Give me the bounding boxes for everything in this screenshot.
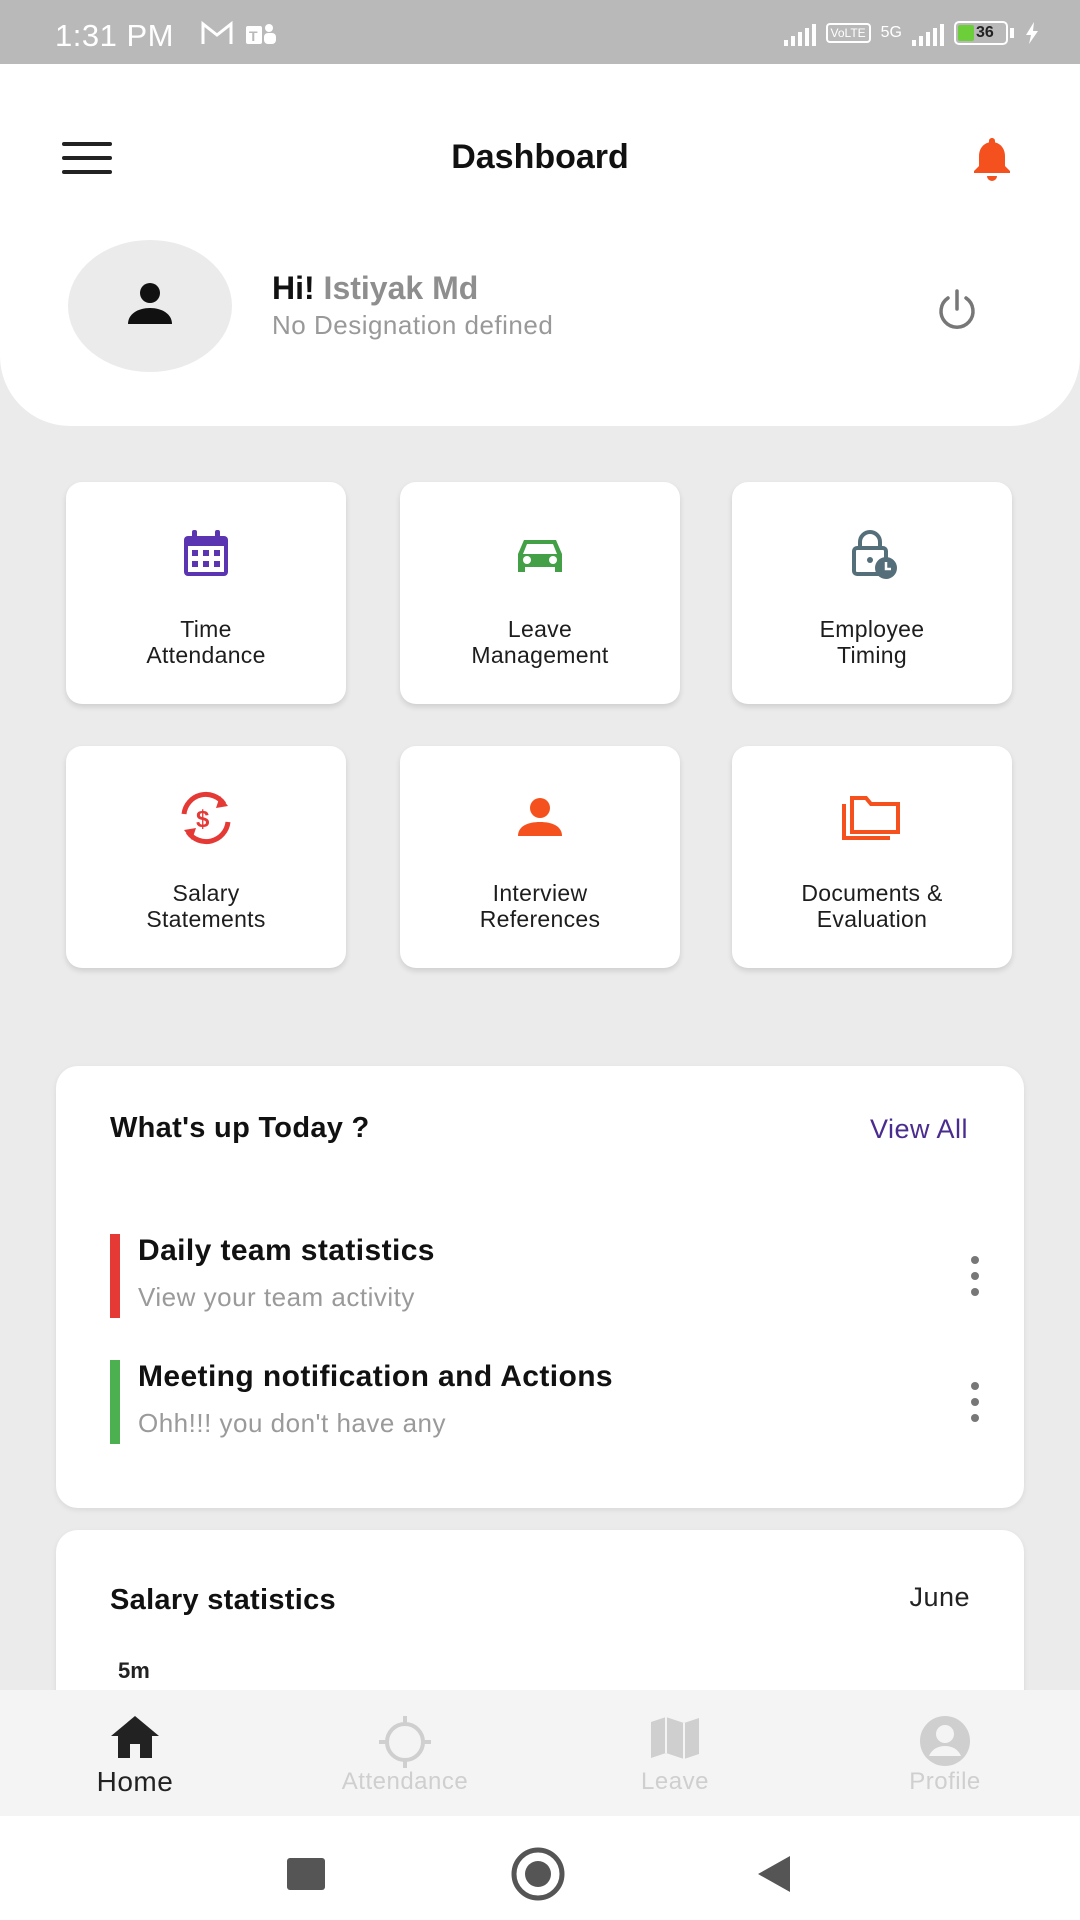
month-selector[interactable]: June: [909, 1582, 970, 1613]
nav-label: Home: [96, 1766, 174, 1797]
folders-icon: [842, 796, 900, 840]
item-title: Meeting notification and Actions: [138, 1360, 614, 1393]
view-all-link[interactable]: View All: [870, 1114, 968, 1145]
notification-bell-icon[interactable]: [966, 132, 1018, 184]
nav-attendance[interactable]: Attendance: [270, 1690, 540, 1816]
bottom-navigation: Home Attendance Leave Profile: [0, 1690, 1080, 1816]
whats-up-card: What's up Today ? View All Daily team st…: [56, 1066, 1024, 1508]
status-bar-red: [110, 1234, 120, 1318]
svg-text:T: T: [249, 28, 258, 44]
whats-up-title: What's up Today ?: [110, 1112, 370, 1144]
more-options-icon[interactable]: [960, 1382, 990, 1422]
tile-label: Leave Management: [471, 616, 609, 668]
person-icon: [518, 798, 562, 836]
battery-level: 36: [976, 24, 994, 41]
back-triangle-icon: [758, 1856, 790, 1892]
square-icon: [287, 1858, 325, 1890]
nav-profile[interactable]: Profile: [810, 1690, 1080, 1816]
car-icon: [518, 540, 562, 572]
tile-leave-management[interactable]: Leave Management: [400, 482, 680, 704]
charging-icon: [1026, 22, 1038, 44]
status-bar: 1:31 PM T VoLTE 5G 36: [0, 0, 1080, 64]
nav-label: Profile: [909, 1768, 981, 1795]
tile-salary-statements[interactable]: $ Salary Statements: [66, 746, 346, 968]
tile-interview-references[interactable]: Interview References: [400, 746, 680, 968]
greeting: Hi! Istiyak Md: [272, 270, 478, 307]
greeting-text: Hi!: [272, 270, 315, 306]
user-name: Istiyak Md: [323, 270, 479, 306]
list-item[interactable]: Daily team statistics View your team act…: [110, 1234, 990, 1318]
y-axis-label: 5m: [118, 1658, 150, 1683]
svg-text:$: $: [196, 806, 210, 833]
list-item[interactable]: Meeting notification and Actions Ohh!!! …: [110, 1360, 990, 1444]
tile-documents-evaluation[interactable]: Documents & Evaluation: [732, 746, 1012, 968]
home-system-button[interactable]: [508, 1844, 568, 1904]
tile-label: Documents & Evaluation: [801, 880, 943, 932]
home-icon: [111, 1716, 159, 1758]
nav-home[interactable]: Home: [0, 1690, 270, 1816]
signal-icon: [912, 20, 944, 46]
back-button[interactable]: [744, 1844, 804, 1904]
status-time: 1:31 PM: [55, 18, 174, 53]
network-type: 5G: [880, 24, 902, 41]
circle-icon: [511, 1847, 565, 1901]
page-title: Dashboard: [451, 138, 629, 176]
crosshair-icon: [379, 1716, 431, 1768]
nav-leave[interactable]: Leave: [540, 1690, 810, 1816]
power-icon[interactable]: [932, 285, 982, 335]
map-icon: [651, 1717, 699, 1759]
tile-label: Employee Timing: [819, 616, 925, 668]
battery-icon: 36: [954, 21, 1014, 45]
tile-label: Interview References: [479, 880, 601, 932]
item-subtitle: View your team activity: [138, 1282, 415, 1312]
volte-badge: VoLTE: [825, 23, 871, 43]
avatar[interactable]: [68, 240, 232, 372]
person-icon: [128, 283, 172, 324]
tile-label: Salary Statements: [146, 880, 266, 932]
lock-clock-icon: [852, 530, 897, 579]
tile-time-attendance[interactable]: Time Attendance: [66, 482, 346, 704]
tile-employee-timing[interactable]: Employee Timing: [732, 482, 1012, 704]
more-options-icon[interactable]: [960, 1256, 990, 1296]
salary-statistics-title: Salary statistics: [110, 1584, 336, 1616]
nav-label: Leave: [641, 1768, 709, 1795]
item-title: Daily team statistics: [138, 1234, 435, 1267]
designation: No Designation defined: [272, 310, 554, 340]
gmail-icon: [201, 20, 233, 44]
nav-label: Attendance: [341, 1768, 469, 1795]
item-subtitle: Ohh!!! you don't have any: [138, 1408, 446, 1438]
system-navigation-bar: [0, 1816, 1080, 1920]
tile-label: Time Attendance: [146, 616, 266, 668]
calendar-icon: [184, 530, 228, 576]
account-circle-icon: [920, 1716, 970, 1766]
recents-button[interactable]: [276, 1844, 336, 1904]
status-bar-green: [110, 1360, 120, 1444]
teams-icon: T: [246, 24, 276, 44]
signal-icon: [783, 20, 816, 46]
currency-exchange-icon: $: [181, 792, 231, 844]
